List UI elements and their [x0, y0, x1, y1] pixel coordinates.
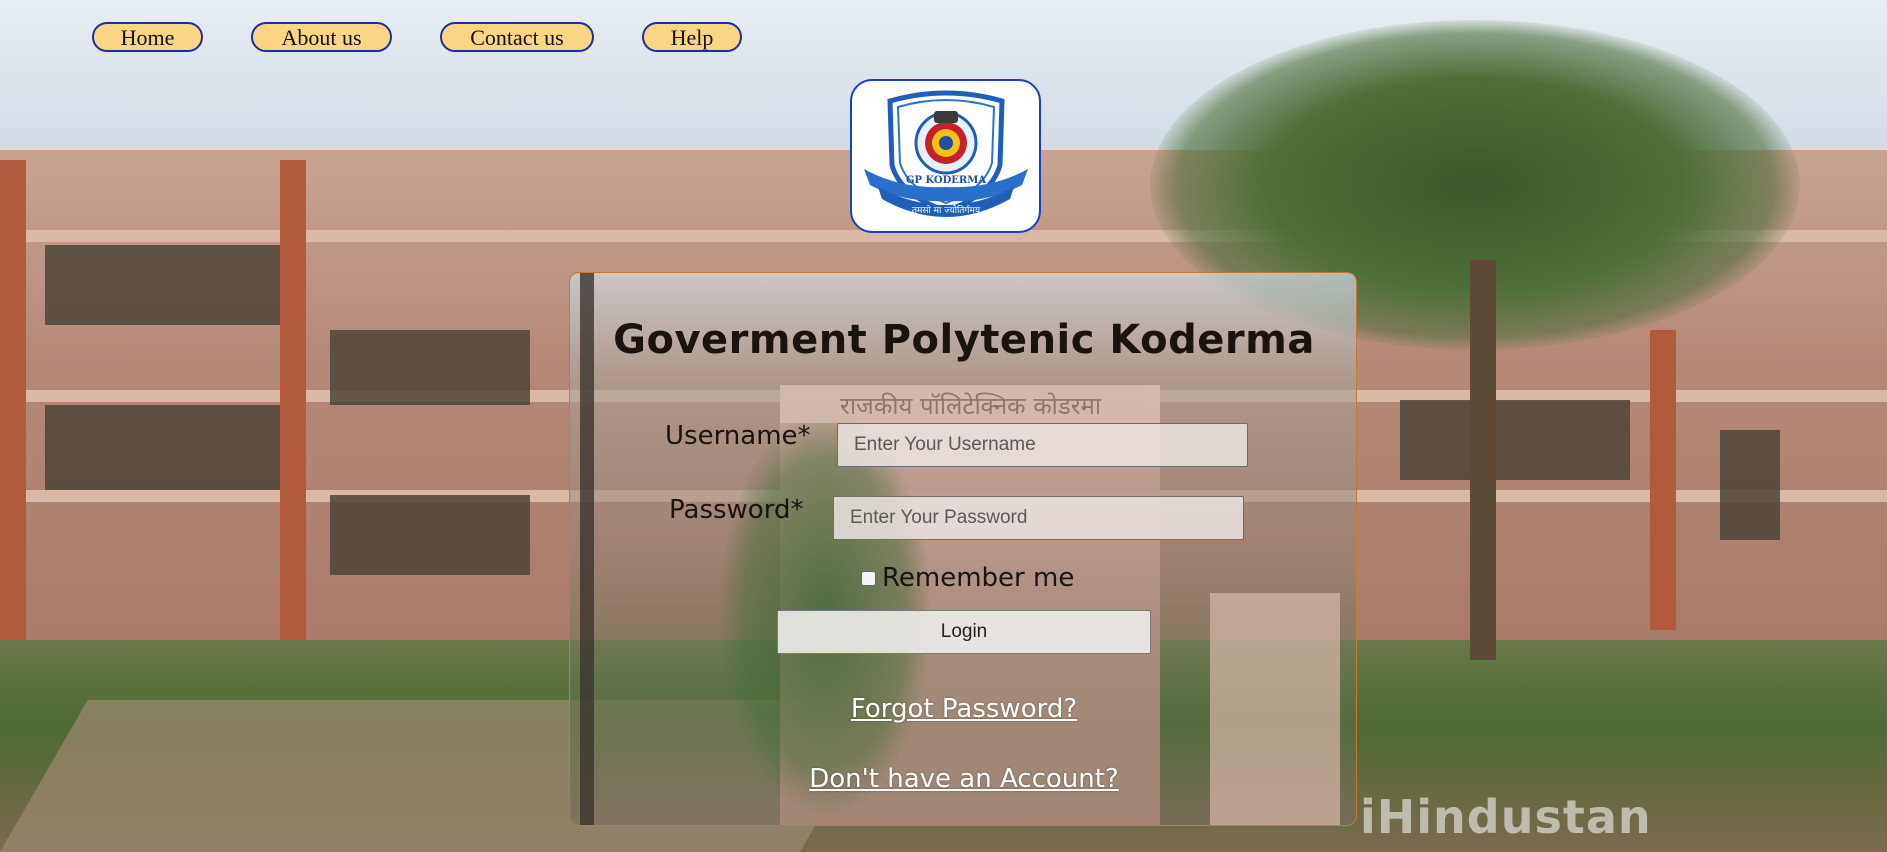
background-window	[330, 330, 530, 405]
nav-help-button[interactable]: Help	[642, 22, 742, 52]
background-palm-trunk	[1470, 260, 1496, 660]
username-input[interactable]	[837, 423, 1248, 467]
emblem-motto: तमसो मा ज्योतिर्गमय	[912, 204, 981, 216]
remember-me-checkbox[interactable]	[861, 571, 876, 586]
password-input[interactable]	[833, 496, 1244, 540]
image-watermark: iHindustan	[1360, 790, 1652, 844]
top-nav: Home About us Contact us Help	[0, 22, 1887, 56]
background-pillar	[0, 160, 26, 640]
login-button[interactable]: Login	[777, 610, 1151, 654]
gate-sign-text: राजकीय पॉलिटेक्निक कोडरमा	[840, 392, 1102, 420]
college-emblem-icon: GP KODERMA तमसो मा ज्योतिर्गमय	[864, 90, 1028, 217]
background-pillar	[280, 160, 306, 640]
background-window	[1400, 400, 1630, 480]
background-window	[45, 405, 285, 490]
background-pillar	[1650, 330, 1676, 630]
forgot-password-link[interactable]: Forgot Password?	[570, 694, 1356, 724]
background-window	[1720, 430, 1780, 540]
nav-home-button[interactable]: Home	[92, 22, 203, 52]
remember-me-label: Remember me	[882, 563, 1075, 593]
emblem-text: GP KODERMA	[906, 175, 986, 186]
login-card: राजकीय पॉलिटेक्निक कोडरमा Goverment Poly…	[569, 272, 1357, 826]
page-title: Goverment Polytenic Koderma	[613, 317, 1315, 363]
nav-about-button[interactable]: About us	[251, 22, 392, 52]
page: Home About us Contact us Help GP KODERMA…	[0, 0, 1887, 852]
nav-contact-button[interactable]: Contact us	[440, 22, 594, 52]
college-logo: GP KODERMA तमसो मा ज्योतिर्गमय	[850, 79, 1041, 233]
username-label: Username*	[665, 421, 811, 451]
password-label: Password*	[669, 495, 804, 525]
card-background-sign: राजकीय पॉलिटेक्निक कोडरमा	[780, 385, 1160, 423]
background-window	[45, 245, 285, 325]
background-window	[330, 495, 530, 575]
signup-link[interactable]: Don't have an Account?	[570, 764, 1356, 794]
